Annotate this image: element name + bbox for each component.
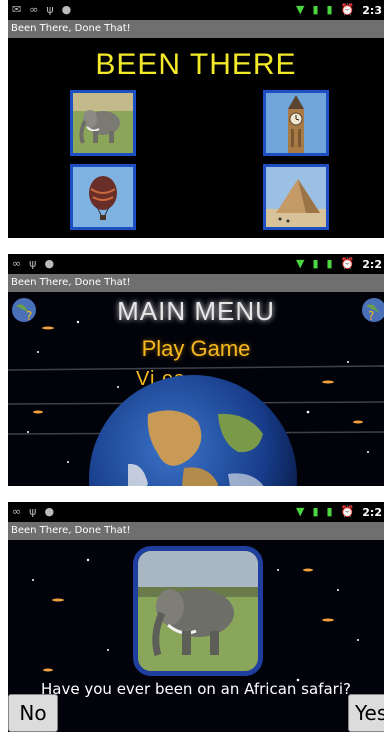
voicemail-icon: ∞ (12, 505, 22, 518)
battery-icon: ▮ (326, 257, 333, 270)
wifi-icon: ▼ (295, 3, 305, 16)
play-game-button[interactable]: Play Game (8, 336, 384, 362)
question-text: Have you ever been on an African safari? (41, 680, 351, 698)
screen-been-there: ✉ ∞ ψ ● ▼ ▮ ▮ ⏰ 2:3 Been There, Done Tha… (8, 0, 384, 238)
battery-icon: ▮ (326, 3, 333, 16)
safari-photo (133, 546, 263, 676)
alarm-icon: ⏰ (340, 3, 355, 16)
voicemail-icon: ∞ (29, 3, 39, 16)
usb-icon: ψ (29, 505, 37, 518)
hot-air-balloon-image (73, 167, 133, 227)
screen-main-menu: ∞ ψ ● ▼ ▮ ▮ ⏰ 2:2 Been There, Done That! (8, 254, 384, 486)
no-button[interactable]: No (8, 694, 58, 732)
hot-air-balloon-tile[interactable] (70, 164, 136, 230)
status-bar: ✉ ∞ ψ ● ▼ ▮ ▮ ⏰ 2:3 (8, 0, 384, 20)
pyramid-tile[interactable] (263, 164, 329, 230)
status-bar: ∞ ψ ● ▼ ▮ ▮ ⏰ 2:2 (8, 502, 384, 522)
clock: 2:2 (362, 505, 382, 519)
usb-icon: ψ (46, 3, 54, 16)
wifi-icon: ▼ (295, 257, 305, 270)
voicemail-icon: ∞ (12, 257, 22, 270)
clock: 2:3 (362, 3, 382, 17)
elephant-tile[interactable] (70, 90, 136, 156)
signal-icon: ▮ (312, 257, 319, 270)
notification-icons: ✉ ∞ ψ ● (12, 3, 71, 16)
big-ben-image (266, 93, 326, 153)
signal-icon: ▮ (312, 3, 319, 16)
android-icon: ● (44, 257, 55, 270)
been-there-heading: BEEN THERE (95, 48, 297, 81)
mail-icon: ✉ (12, 3, 22, 16)
wifi-icon: ▼ (295, 505, 305, 518)
usb-icon: ψ (29, 257, 37, 270)
battery-icon: ▮ (326, 505, 333, 518)
pyramid-image (266, 167, 326, 227)
screen-question: ∞ ψ ● ▼ ▮ ▮ ⏰ 2:2 Been There, Done That! (8, 502, 384, 732)
alarm-icon: ⏰ (340, 505, 355, 518)
yes-button[interactable]: Yes (348, 694, 384, 732)
earth-globe-image (89, 375, 297, 486)
app-title-bar: Been There, Done That! (8, 274, 384, 292)
android-icon: ● (61, 3, 72, 16)
app-title-bar: Been There, Done That! (8, 20, 384, 38)
main-menu-heading: MAIN MENU (117, 296, 275, 326)
notification-icons: ∞ ψ ● (12, 257, 54, 270)
notification-icons: ∞ ψ ● (12, 505, 54, 518)
elephant-image (138, 551, 258, 671)
big-ben-tile[interactable] (263, 90, 329, 156)
android-icon: ● (44, 505, 55, 518)
alarm-icon: ⏰ (340, 257, 355, 270)
status-bar: ∞ ψ ● ▼ ▮ ▮ ⏰ 2:2 (8, 254, 384, 274)
clock: 2:2 (362, 257, 382, 271)
app-title-bar: Been There, Done That! (8, 522, 384, 540)
elephant-image (73, 93, 133, 153)
signal-icon: ▮ (312, 505, 319, 518)
